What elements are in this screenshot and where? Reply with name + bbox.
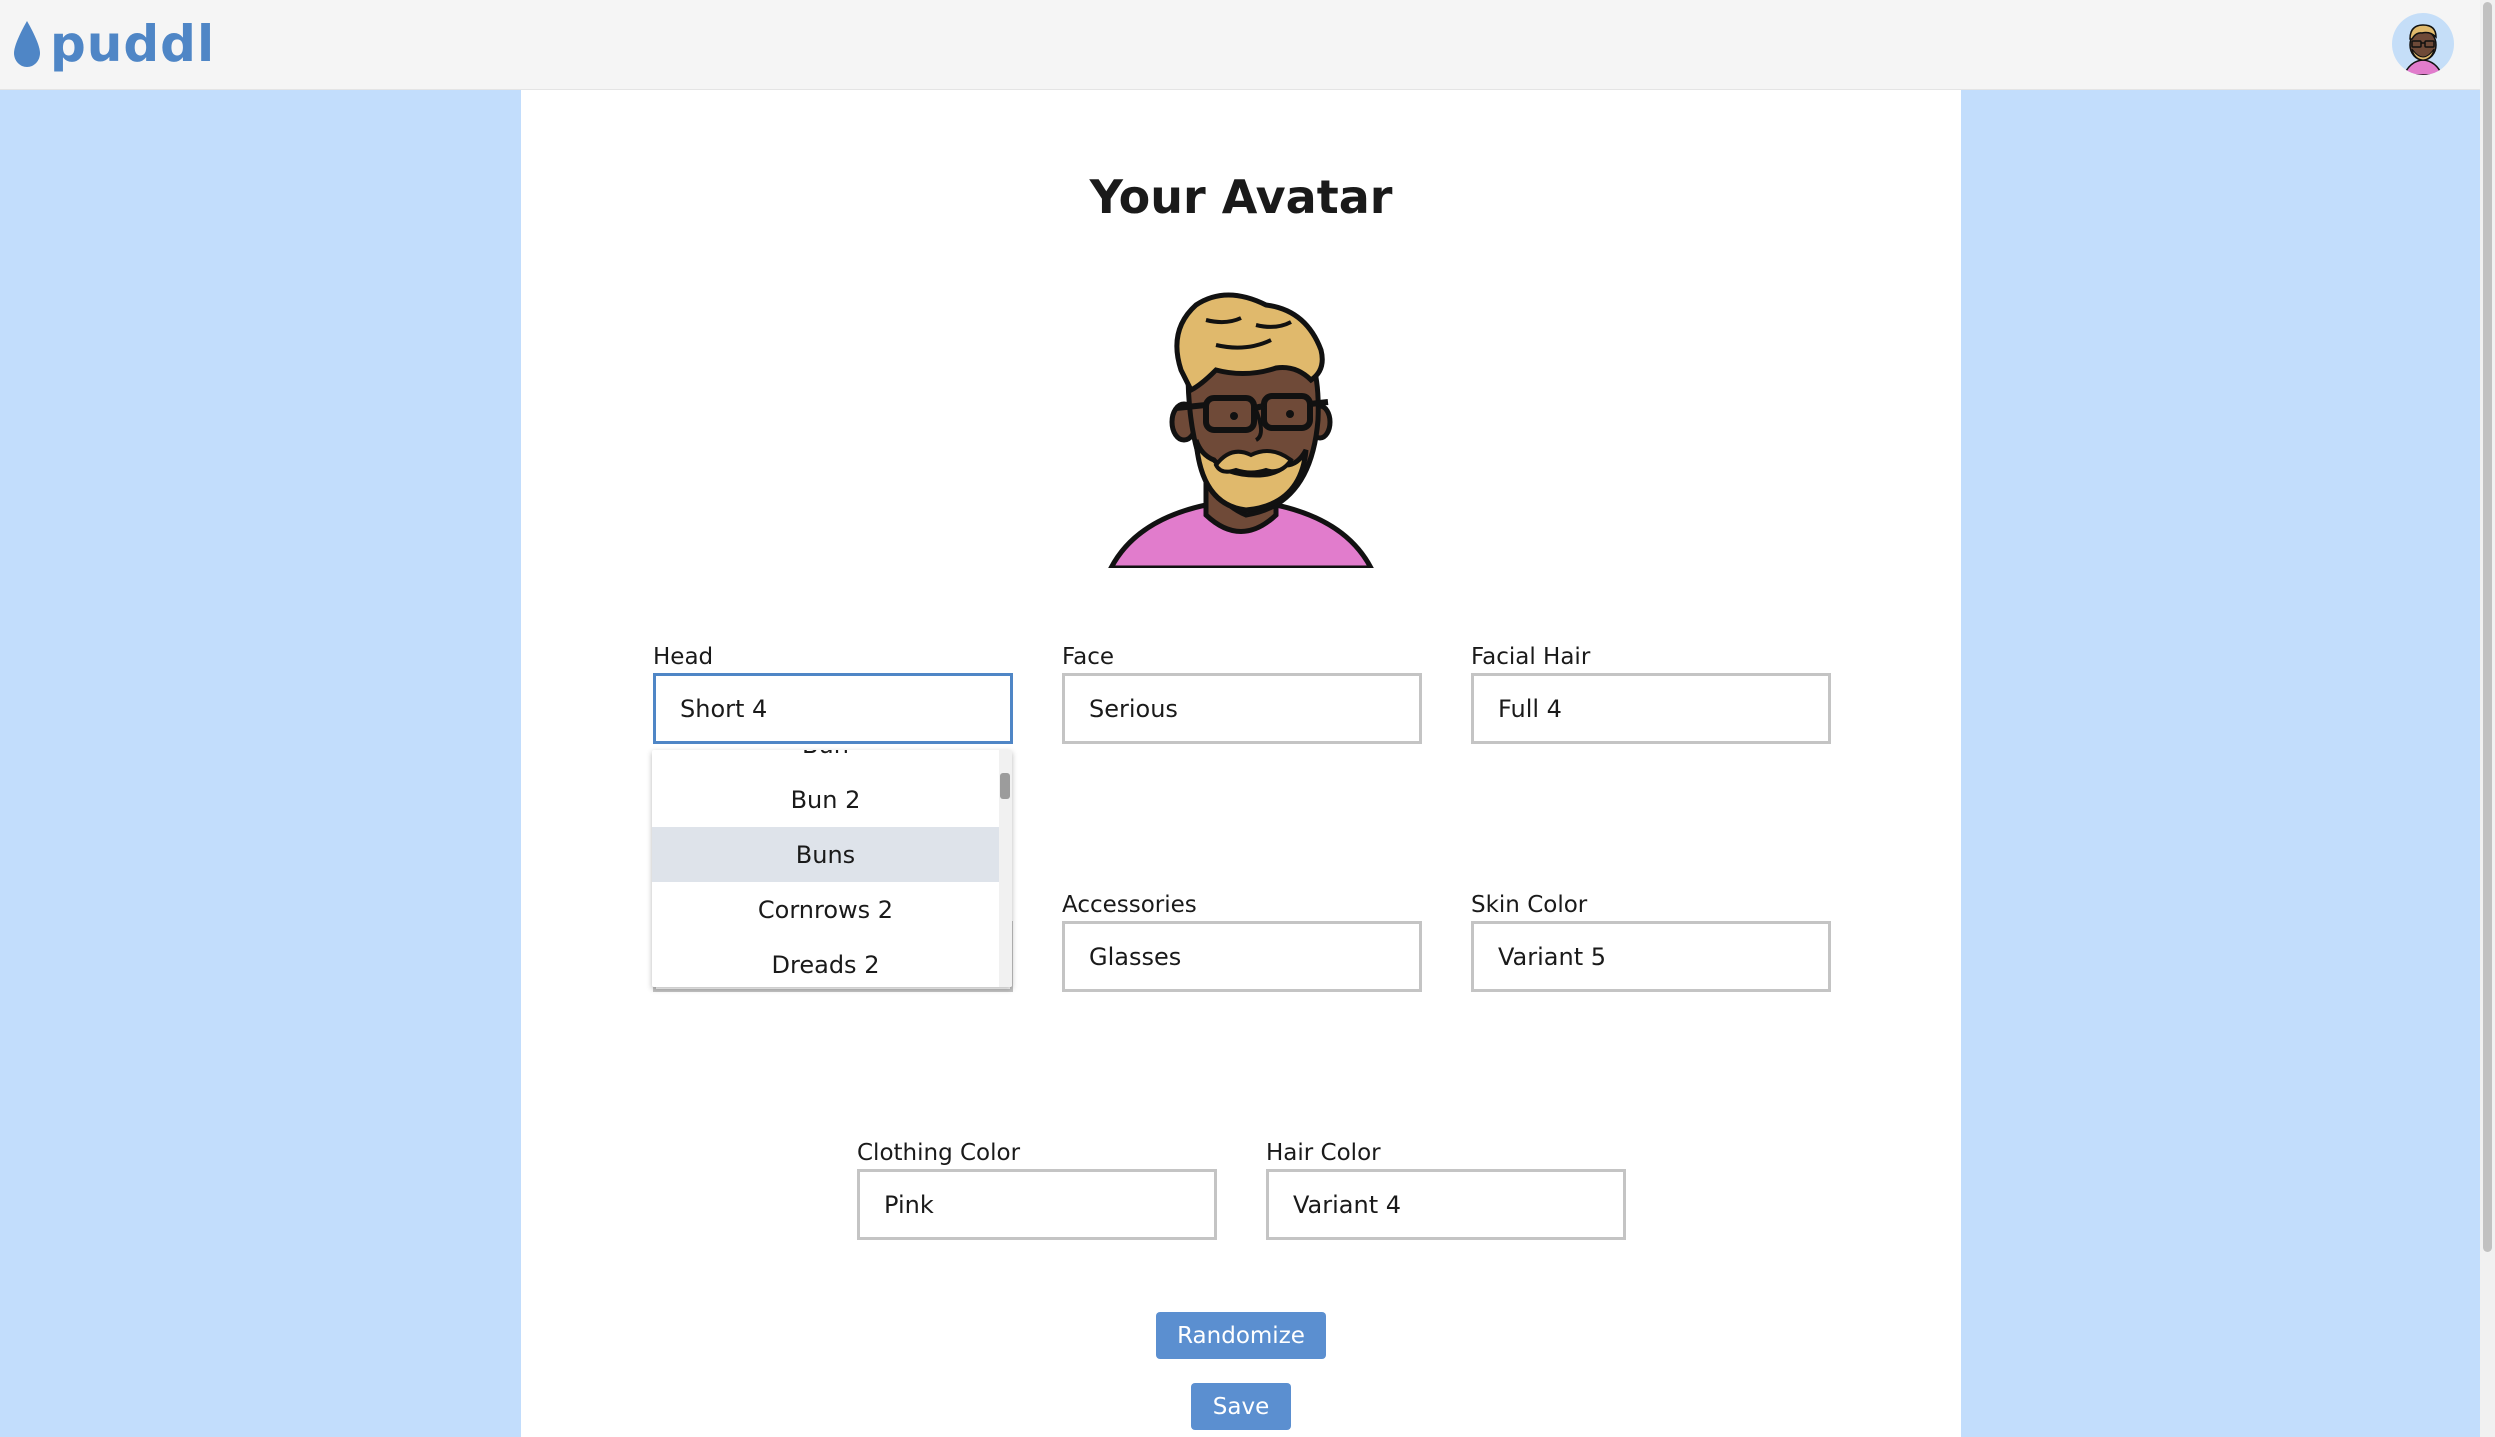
save-button[interactable]: Save [1191,1383,1291,1430]
hair-color-select[interactable]: Variant 4 [1266,1169,1626,1240]
face-select[interactable]: Serious [1062,673,1422,744]
clothing-color-label: Clothing Color [857,1140,1021,1166]
top-navbar: puddl [0,0,2480,90]
facial-hair-select[interactable]: Full 4 [1471,673,1831,744]
randomize-button[interactable]: Randomize [1156,1312,1326,1359]
dropdown-option[interactable]: Cornrows 2 [652,882,999,937]
accessories-select[interactable]: Glasses [1062,921,1422,992]
avatar-preview [1108,292,1374,568]
hair-color-field: Hair Color Variant 4 [1266,1139,1626,1240]
head-label: Head [653,644,714,670]
dropdown-scroll-thumb[interactable] [1000,773,1010,799]
dropdown-option[interactable]: Dreads 2 [652,937,999,987]
accessories-field: Accessories Glasses [1062,891,1422,992]
facial-hair-field: Facial Hair Full 4 [1471,643,1831,744]
avatar-editor-panel: Your Avatar Head Short 4 Face Serious Fa… [521,90,1961,1437]
user-avatar-button[interactable] [2392,13,2454,75]
accessories-label: Accessories [1062,892,1197,918]
dropdown-option-highlighted[interactable]: Buns [652,827,999,882]
skin-color-field: Skin Color Variant 5 [1471,891,1831,992]
facial-hair-label: Facial Hair [1471,644,1591,670]
head-select[interactable]: Short 4 [653,673,1013,744]
dropdown-option[interactable]: Bun 2 [652,772,999,827]
head-field: Head Short 4 [653,643,1013,744]
dropdown-option[interactable]: Bun [652,750,999,772]
page-scroll-thumb[interactable] [2483,2,2492,1252]
dropdown-scrollbar[interactable] [999,750,1012,987]
page-title: Your Avatar [1089,170,1393,224]
avatar-thumbnail [2403,24,2443,75]
skin-color-label: Skin Color [1471,892,1588,918]
face-label: Face [1062,644,1115,670]
app-name: puddl [50,15,216,73]
head-dropdown-menu: Bun Bun 2 Buns Cornrows 2 Dreads 2 [652,750,1012,987]
hair-color-label: Hair Color [1266,1140,1381,1166]
face-field: Face Serious [1062,643,1422,744]
water-drop-icon [14,21,40,67]
puddl-logo[interactable]: puddl [12,14,215,74]
clothing-color-select[interactable]: Pink [857,1169,1217,1240]
clothing-color-field: Clothing Color Pink [857,1139,1217,1240]
page-scrollbar[interactable] [2480,0,2495,1437]
skin-color-select[interactable]: Variant 5 [1471,921,1831,992]
